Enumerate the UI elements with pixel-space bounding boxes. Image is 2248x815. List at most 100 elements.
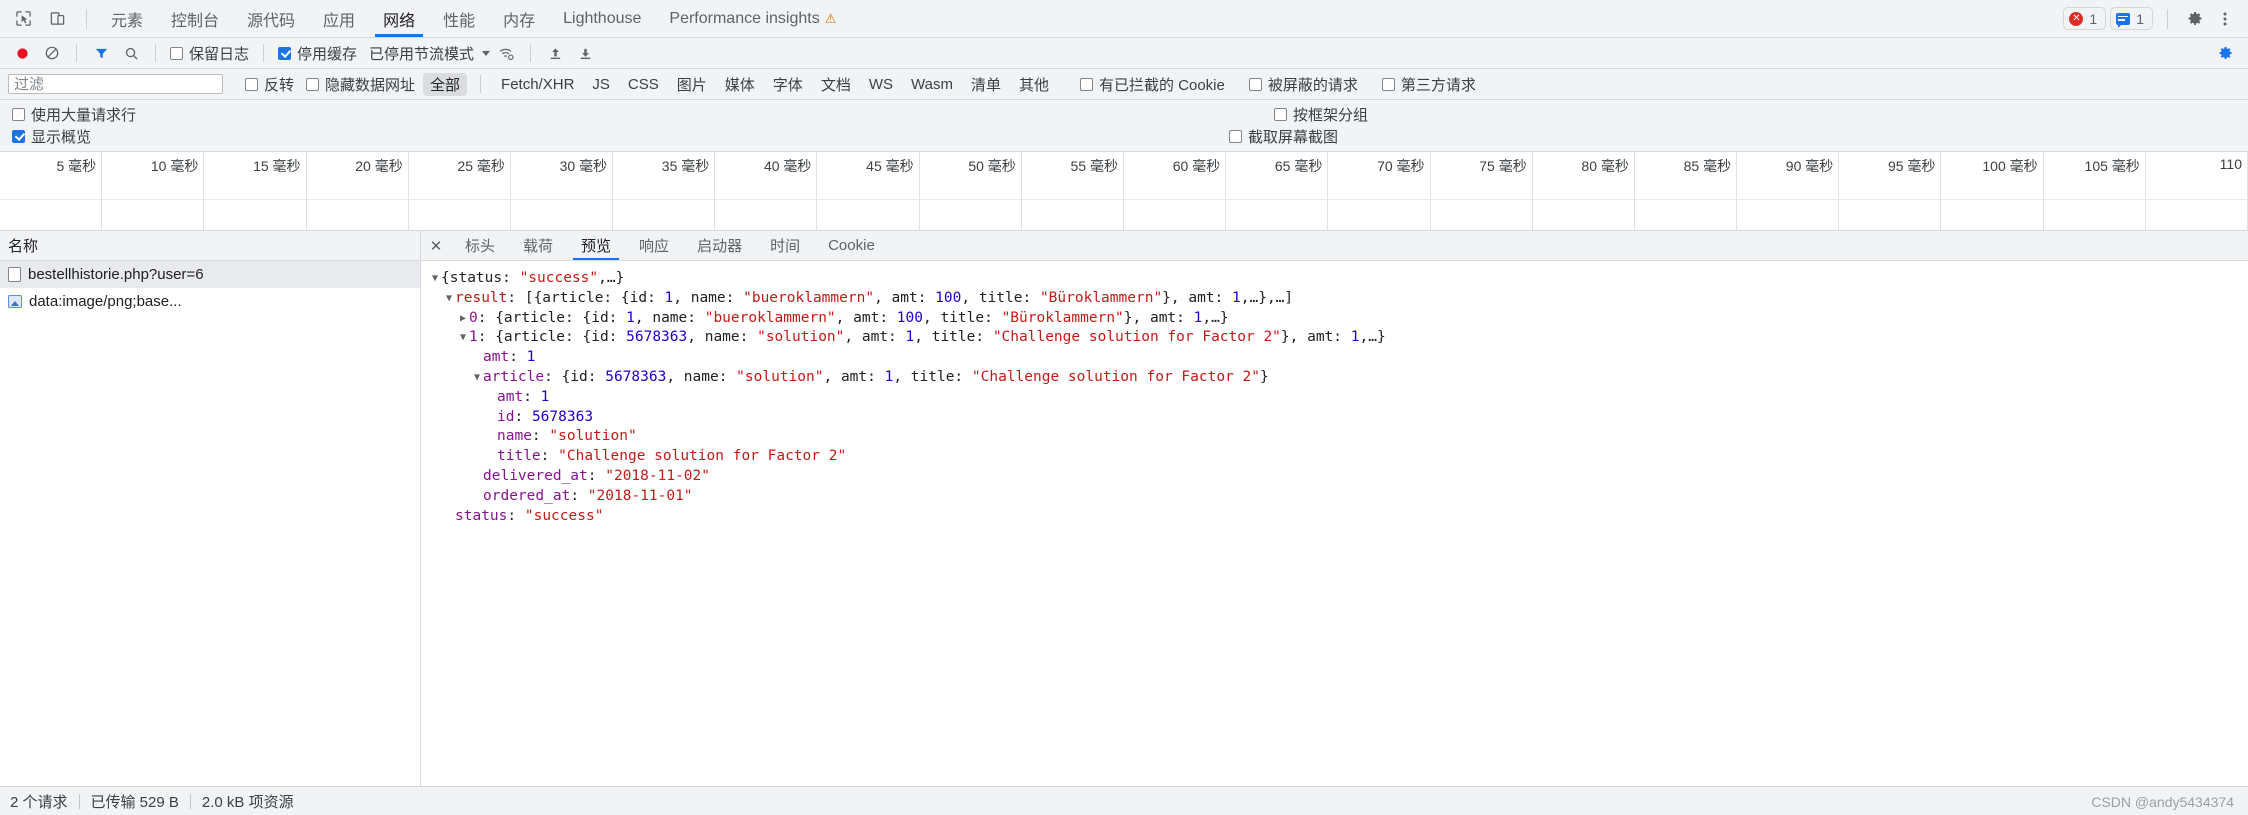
search-magnifier-icon[interactable]	[117, 40, 145, 66]
hide-data-urls-box	[306, 77, 320, 91]
json-token: , title:	[961, 289, 1040, 306]
third-party-checkbox[interactable]: 第三方请求	[1378, 74, 1480, 95]
tab-network[interactable]: 网络	[369, 0, 429, 37]
filter-divider	[480, 75, 482, 93]
chevron-down-icon	[482, 50, 491, 56]
gear-icon[interactable]	[2182, 6, 2208, 32]
type-filter-other[interactable]: 其他	[1012, 73, 1056, 96]
filter-funnel-icon[interactable]	[87, 40, 115, 66]
type-filter-all[interactable]: 全部	[423, 72, 468, 96]
type-filter-font[interactable]: 字体	[766, 73, 810, 96]
type-filter-wasm[interactable]: Wasm	[904, 75, 960, 94]
json-token: {status:	[441, 270, 520, 286]
tab-performance[interactable]: 性能	[429, 0, 489, 37]
json-token: result	[455, 289, 508, 306]
json-token: title	[497, 448, 541, 465]
json-token: "solution"	[549, 428, 637, 445]
disclosure-expanded-icon[interactable]: ▼	[443, 289, 455, 309]
type-filter-manifest[interactable]: 清单	[964, 73, 1008, 96]
netbar-divider-2	[155, 44, 156, 62]
json-token: , amt:	[874, 289, 936, 306]
type-filter-js[interactable]: JS	[585, 75, 617, 94]
table-row[interactable]: bestellhistorie.php?user=6	[0, 261, 420, 288]
json-token: }, amt:	[1280, 329, 1351, 346]
group-by-frame-checkbox[interactable]: 按框架分组	[1270, 104, 1372, 125]
tab-application-label: 应用	[323, 12, 356, 30]
message-count-badge[interactable]: 1	[2110, 7, 2153, 30]
tab-memory[interactable]: 内存	[489, 0, 549, 37]
request-list-header[interactable]: 名称	[0, 231, 420, 261]
show-overview-checkbox[interactable]: 显示概览	[8, 126, 95, 147]
import-har-upload-icon[interactable]	[541, 40, 569, 66]
json-token: :	[540, 448, 559, 465]
error-count-badge[interactable]: ✕ 1	[2063, 7, 2107, 30]
tab-application[interactable]: 应用	[309, 0, 369, 37]
type-filter-doc[interactable]: 文档	[814, 73, 858, 96]
tab-performance-insights[interactable]: Performance insights ⚠	[655, 0, 850, 37]
overview-waterfall-band	[0, 199, 2248, 230]
hide-data-urls-checkbox[interactable]: 隐藏数据网址	[302, 74, 419, 95]
inspect-cursor-icon[interactable]	[8, 5, 38, 33]
type-filter-css[interactable]: CSS	[621, 75, 666, 94]
request-list-pane: 名称 bestellhistorie.php?user=6 data:image…	[0, 231, 421, 786]
network-overview-timeline[interactable]: 5 毫秒 10 毫秒 15 毫秒 20 毫秒 25 毫秒 30 毫秒 35 毫秒 40 毫秒 4…	[0, 152, 2248, 231]
capture-screenshots-box	[1229, 129, 1243, 143]
tab-console[interactable]: 控制台	[157, 0, 233, 37]
tab-cookies[interactable]: Cookie	[814, 231, 889, 260]
tab-preview[interactable]: 预览	[567, 231, 625, 260]
blocked-cookies-checkbox[interactable]: 有已拦截的 Cookie	[1076, 74, 1229, 95]
disclosure-expanded-icon[interactable]: ▼	[471, 368, 483, 388]
disclosure-collapsed-icon[interactable]: ▶	[457, 309, 469, 329]
json-row: id: 5678363	[429, 408, 2248, 428]
overview-tick-label: 60 毫秒	[1172, 158, 1221, 174]
throttling-dropdown[interactable]: 已停用节流模式	[363, 43, 491, 64]
json-token: }	[1260, 368, 1269, 385]
kebab-menu-icon[interactable]	[2212, 6, 2238, 32]
blocked-requests-checkbox[interactable]: 被屏蔽的请求	[1245, 74, 1362, 95]
netbar-right-cluster	[2212, 40, 2240, 66]
tab-lighthouse[interactable]: Lighthouse	[549, 0, 655, 37]
device-toggle-icon[interactable]	[42, 5, 72, 33]
big-request-rows-checkbox[interactable]: 使用大量请求行	[8, 104, 140, 125]
preserve-log-checkbox[interactable]: 保留日志	[166, 43, 253, 64]
type-filter-fetch-xhr[interactable]: Fetch/XHR	[494, 75, 581, 94]
status-transferred: 已传输 529 B	[90, 793, 179, 811]
disclosure-expanded-icon[interactable]: ▼	[429, 269, 441, 289]
json-preview-tree[interactable]: ▼ {status: "success",…} ▼ result: [{article…	[421, 261, 2248, 786]
group-by-frame-box	[1274, 107, 1288, 121]
tab-sources[interactable]: 源代码	[233, 0, 309, 37]
json-token: ordered_at	[483, 487, 571, 504]
table-row[interactable]: data:image/png;base...	[0, 288, 420, 315]
filter-input[interactable]	[8, 74, 223, 94]
tab-response[interactable]: 响应	[625, 231, 683, 260]
json-row-text: 1: {article: {id: 5678363, name: "soluti…	[469, 328, 1386, 348]
record-circle-icon[interactable]	[8, 40, 36, 66]
tab-timing[interactable]: 时间	[756, 231, 814, 260]
toolbar-right-divider	[2167, 8, 2168, 29]
type-filter-img[interactable]: 图片	[670, 73, 714, 96]
tab-elements[interactable]: 元素	[97, 0, 157, 37]
json-token: , amt:	[835, 309, 897, 326]
tab-payload[interactable]: 载荷	[509, 231, 567, 260]
network-settings-gear-icon[interactable]	[2212, 40, 2240, 66]
json-token: , title:	[893, 368, 972, 385]
tab-initiator[interactable]: 启动器	[683, 231, 756, 260]
close-icon[interactable]: ✕	[421, 231, 451, 260]
blocked-cookies-box	[1079, 77, 1093, 91]
invert-filter-checkbox[interactable]: 反转	[241, 74, 298, 95]
type-filter-media[interactable]: 媒体	[718, 73, 762, 96]
overview-tick-label: 25 毫秒	[457, 158, 505, 174]
export-har-download-icon[interactable]	[571, 40, 599, 66]
json-row: title: "Challenge solution for Factor 2"	[429, 447, 2248, 467]
disclosure-expanded-icon[interactable]: ▼	[457, 328, 469, 348]
clear-prohibited-icon[interactable]	[38, 40, 66, 66]
overview-tick-label: 10 毫秒	[150, 158, 199, 174]
overview-tick-label: 95 毫秒	[1887, 158, 1936, 174]
network-conditions-icon[interactable]	[492, 40, 520, 66]
capture-screenshots-checkbox[interactable]: 截取屏幕截图	[1225, 126, 1342, 147]
tab-headers[interactable]: 标头	[451, 231, 509, 260]
netbar-divider-1	[76, 44, 77, 62]
overview-tick-label: 55 毫秒	[1070, 158, 1118, 174]
disable-cache-checkbox[interactable]: 停用缓存	[274, 43, 361, 64]
type-filter-ws[interactable]: WS	[862, 75, 900, 94]
